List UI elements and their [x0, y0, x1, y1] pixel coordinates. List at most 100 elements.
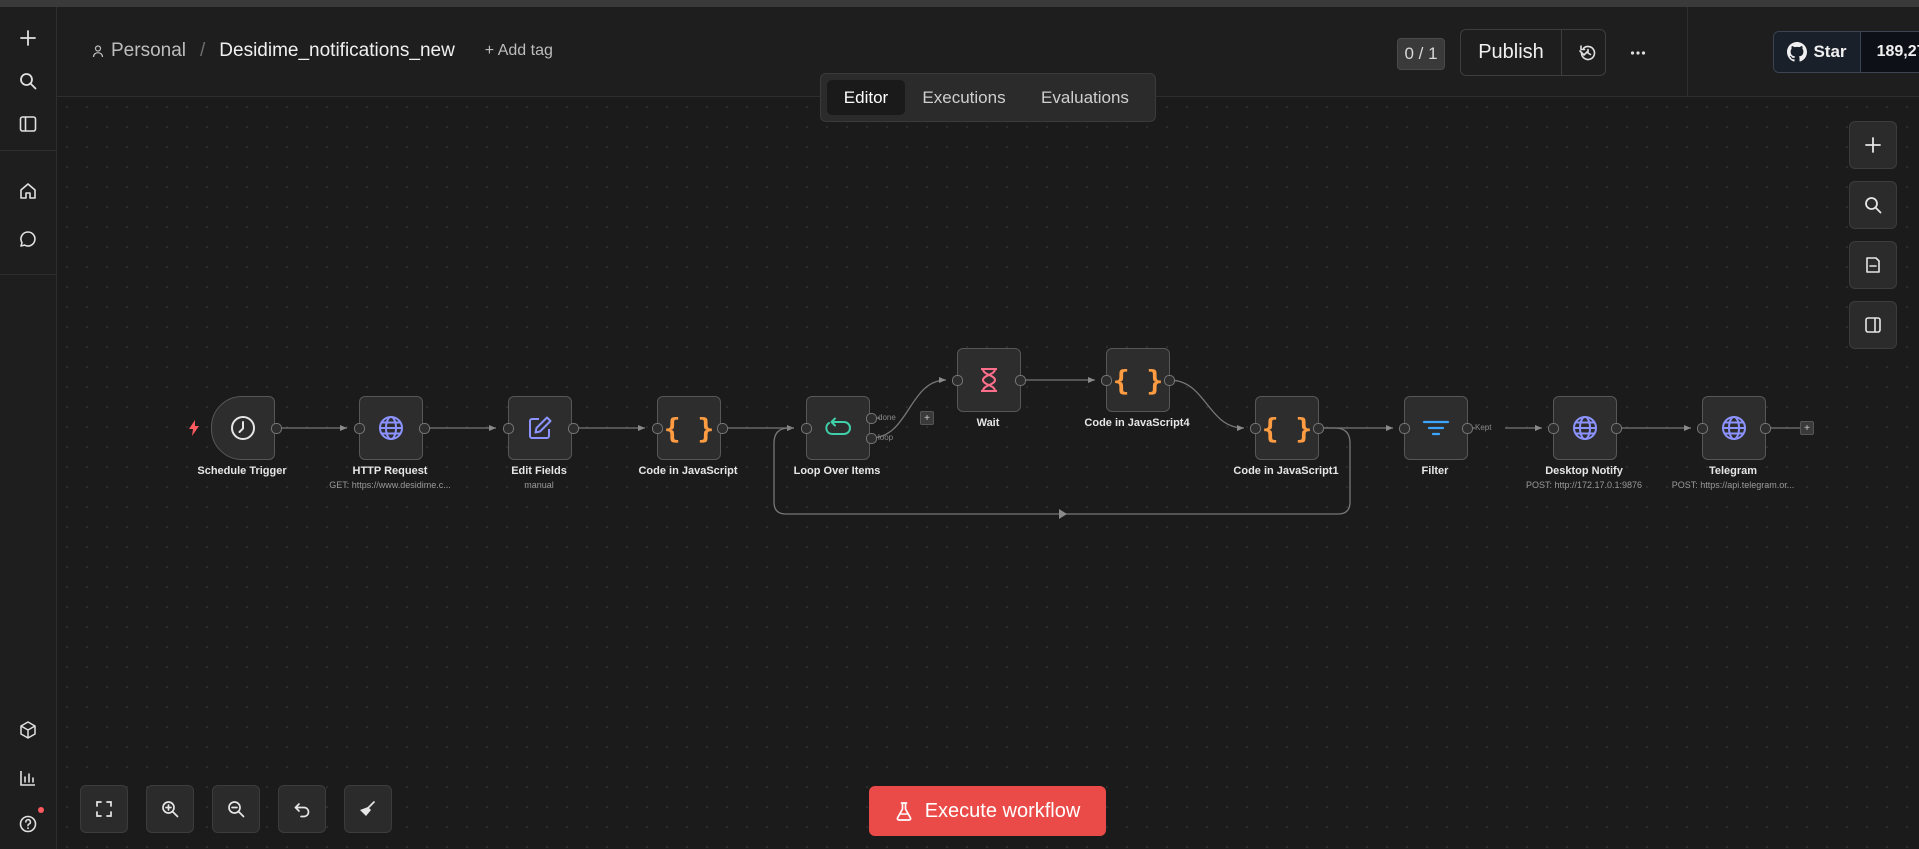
node-label: Desktop Notify — [1545, 465, 1623, 477]
clock-icon — [229, 414, 257, 442]
zoom-in-icon — [160, 799, 180, 819]
output-port[interactable] — [271, 423, 282, 434]
tab-executions[interactable]: Executions — [909, 80, 1019, 115]
sidebar-divider — [0, 274, 56, 275]
node-http-request[interactable] — [359, 396, 423, 460]
loop-icon — [823, 414, 853, 442]
sidebar-divider — [0, 150, 56, 151]
input-port[interactable] — [652, 423, 663, 434]
toggle-panel-button[interactable] — [1849, 301, 1897, 349]
github-star-label: Star — [1813, 42, 1847, 61]
node-code-in-javascript[interactable]: { } — [657, 396, 721, 460]
output-port[interactable] — [1760, 423, 1771, 434]
node-label: Telegram — [1708, 465, 1758, 477]
input-port[interactable] — [1548, 423, 1559, 434]
input-port[interactable] — [354, 423, 365, 434]
output-port-loop[interactable] — [866, 433, 877, 444]
filter-icon — [1421, 414, 1451, 442]
node-label: Loop Over Items — [793, 465, 881, 477]
node-telegram[interactable] — [1702, 396, 1766, 460]
reset-zoom-button[interactable] — [278, 785, 326, 833]
hourglass-icon — [977, 366, 1001, 394]
github-star-button[interactable]: Star — [1774, 32, 1861, 72]
output-port[interactable] — [1164, 375, 1175, 386]
tab-evaluations[interactable]: Evaluations — [1023, 80, 1147, 115]
input-port[interactable] — [1101, 375, 1112, 386]
tab-editor[interactable]: Editor — [827, 80, 905, 115]
pencil-icon — [526, 414, 554, 442]
output-port[interactable] — [1015, 375, 1026, 386]
globe-icon — [377, 414, 405, 442]
home-icon[interactable] — [14, 177, 42, 205]
github-icon — [1787, 42, 1808, 62]
output-port[interactable] — [1462, 423, 1473, 434]
node-wait[interactable] — [957, 348, 1021, 412]
code-braces-icon: { } — [1261, 411, 1313, 445]
input-port[interactable] — [801, 423, 812, 434]
add-node-plus-button[interactable]: + — [1800, 421, 1814, 435]
add-icon[interactable] — [14, 24, 42, 52]
output-port[interactable] — [419, 423, 430, 434]
fit-view-button[interactable] — [80, 785, 128, 833]
input-port[interactable] — [503, 423, 514, 434]
chat-icon[interactable] — [14, 225, 42, 253]
output-port-done[interactable] — [866, 413, 877, 424]
node-label: Code in JavaScript1 — [1233, 465, 1339, 477]
sticky-note-icon — [1863, 255, 1883, 275]
broom-icon — [358, 799, 378, 819]
node-edit-fields[interactable] — [508, 396, 572, 460]
node-schedule-trigger[interactable] — [211, 396, 275, 460]
connection-loop-to-wait — [870, 377, 947, 439]
execute-workflow-button[interactable]: Execute workflow — [869, 786, 1106, 836]
input-port[interactable] — [1250, 423, 1261, 434]
flask-icon — [895, 801, 913, 821]
edge-label-done: done — [878, 413, 896, 422]
breadcrumb-separator: / — [200, 40, 206, 61]
input-port[interactable] — [1697, 423, 1708, 434]
execute-workflow-label: Execute workflow — [924, 799, 1081, 822]
history-icon[interactable] — [1574, 39, 1602, 67]
zoom-out-button[interactable] — [212, 785, 260, 833]
search-icon[interactable] — [14, 67, 42, 95]
panel-right-icon — [1863, 315, 1883, 335]
edge-label-loop: loop — [878, 433, 894, 442]
input-port[interactable] — [1399, 423, 1410, 434]
node-label: Wait — [976, 417, 1000, 429]
insights-chart-icon[interactable] — [14, 764, 42, 792]
node-filter[interactable] — [1404, 396, 1468, 460]
github-star-widget[interactable]: Star 189,276 — [1773, 31, 1919, 73]
globe-icon — [1571, 414, 1599, 442]
templates-box-icon[interactable] — [14, 716, 42, 744]
active-workflows-count[interactable]: 0 / 1 — [1397, 38, 1445, 70]
edge-label-kept: Kept — [1475, 423, 1492, 432]
tidy-up-button[interactable] — [344, 785, 392, 833]
sticky-note-button[interactable] — [1849, 241, 1897, 289]
node-code-in-javascript4[interactable]: { } — [1106, 348, 1170, 412]
more-options-icon[interactable] — [1624, 39, 1652, 67]
publish-button[interactable]: Publish — [1461, 30, 1561, 75]
input-port[interactable] — [952, 375, 963, 386]
github-star-count[interactable]: 189,276 — [1861, 32, 1919, 72]
search-icon — [1863, 195, 1883, 215]
output-port[interactable] — [1313, 423, 1324, 434]
node-subtitle: POST: https://api.telegram.or... — [1671, 480, 1795, 490]
panel-toggle-icon[interactable] — [14, 110, 42, 138]
output-port[interactable] — [1611, 423, 1622, 434]
help-icon[interactable] — [14, 810, 42, 838]
search-nodes-button[interactable] — [1849, 181, 1897, 229]
output-port[interactable] — [568, 423, 579, 434]
zoom-in-button[interactable] — [146, 785, 194, 833]
workflow-name[interactable]: Desidime_notifications_new — [219, 40, 455, 62]
node-loop-over-items[interactable] — [806, 396, 870, 460]
node-desktop-notify[interactable] — [1553, 396, 1617, 460]
output-port[interactable] — [717, 423, 728, 434]
breadcrumb-project[interactable]: Personal — [111, 40, 186, 62]
breadcrumb: Personal / Desidime_notifications_new + … — [91, 40, 553, 62]
add-node-button[interactable] — [1849, 121, 1897, 169]
node-subtitle: manual — [524, 480, 554, 490]
add-tag-button[interactable]: + Add tag — [485, 42, 553, 60]
fullscreen-icon — [94, 799, 114, 819]
node-code-in-javascript1[interactable]: { } — [1255, 396, 1319, 460]
workflow-canvas[interactable]: Schedule Trigger HTTP Request GET: https… — [57, 97, 1919, 849]
undo-icon — [292, 799, 312, 819]
